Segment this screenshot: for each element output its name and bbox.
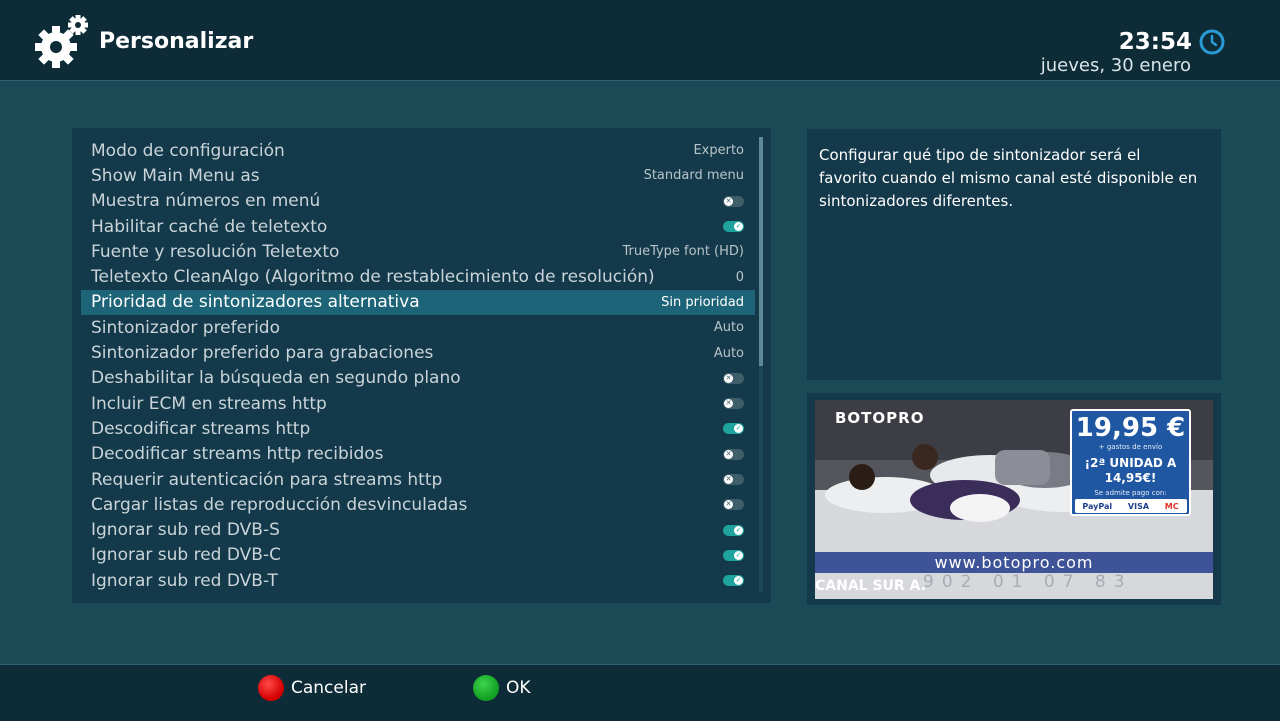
mastercard-logo: MC bbox=[1164, 501, 1179, 511]
settings-row-label: Decodificar streams http recibidos bbox=[91, 444, 384, 465]
settings-row[interactable]: Cargar listas de reproducción desvincula… bbox=[81, 492, 755, 517]
settings-row-label: Sintonizador preferido para grabaciones bbox=[91, 343, 434, 364]
settings-row[interactable]: Deshabilitar la búsqueda en segundo plan… bbox=[81, 366, 755, 391]
footer-bar: Cancelar OK bbox=[0, 664, 1280, 721]
paypal-logo: PayPal bbox=[1082, 501, 1113, 511]
settings-row-label: Prioridad de sintonizadores alternativa bbox=[91, 292, 420, 313]
settings-row-label: Sintonizador preferido bbox=[91, 317, 280, 338]
channel-name: CANAL SUR A. bbox=[815, 578, 926, 594]
settings-row-label: Muestra números en menú bbox=[91, 191, 321, 212]
settings-row[interactable]: Habilitar caché de teletexto ✓ bbox=[81, 214, 755, 239]
settings-row[interactable]: Prioridad de sintonizadores alternativa S… bbox=[81, 289, 755, 316]
settings-row[interactable]: Muestra números en menú ✕ bbox=[81, 189, 755, 214]
settings-row-label: Habilitar caché de teletexto bbox=[91, 216, 328, 237]
settings-row-label: Fuente y resolución Teletexto bbox=[91, 241, 340, 262]
cancel-button[interactable]: Cancelar bbox=[291, 678, 366, 698]
settings-row-label: Requerir autenticación para streams http bbox=[91, 469, 443, 490]
settings-row[interactable]: Ignorar sub red DVB-S ✓ bbox=[81, 517, 755, 542]
payment-note: Se admite pago con: bbox=[1094, 489, 1167, 497]
description-text: Configurar qué tipo de sintonizador será… bbox=[819, 146, 1198, 210]
clock-time: 23:54 bbox=[1118, 29, 1192, 55]
phone-number: 902 01 07 83 bbox=[923, 572, 1133, 592]
toggle-switch[interactable]: ✕ bbox=[723, 499, 744, 511]
toggle-switch[interactable]: ✓ bbox=[723, 575, 744, 587]
settings-row[interactable]: Show Main Menu as Standard menu bbox=[81, 163, 755, 188]
settings-row[interactable]: Decodificar streams http recibidos ✕ bbox=[81, 442, 755, 467]
close-icon: ✕ bbox=[724, 196, 733, 206]
settings-row-label: Deshabilitar la búsqueda en segundo plan… bbox=[91, 368, 461, 389]
tv-preview-video: BOTOPRO 19,95 € + gastos de envío ¡2ª UN… bbox=[815, 400, 1213, 599]
check-icon: ✓ bbox=[734, 550, 743, 560]
settings-row-label: Cargar listas de reproducción desvincula… bbox=[91, 494, 468, 515]
close-icon: ✕ bbox=[724, 373, 733, 383]
toggle-switch[interactable]: ✓ bbox=[723, 221, 744, 233]
settings-row-value: 0 bbox=[735, 269, 744, 285]
close-icon: ✕ bbox=[724, 475, 733, 484]
price-note: + gastos de envío bbox=[1098, 443, 1163, 451]
settings-row[interactable]: Teletexto CleanAlgo (Algoritmo de restab… bbox=[81, 264, 755, 289]
settings-row-label: Show Main Menu as bbox=[91, 165, 260, 186]
settings-row-label: Ignorar sub red DVB-S bbox=[91, 520, 280, 541]
toggle-switch[interactable]: ✓ bbox=[723, 549, 744, 561]
settings-list[interactable]: Modo de configuración Experto Show Main Me… bbox=[81, 138, 755, 593]
settings-row-label: Teletexto CleanAlgo (Algoritmo de restab… bbox=[91, 267, 655, 288]
website-banner: www.botopro.com bbox=[815, 552, 1213, 573]
clock-icon bbox=[1199, 29, 1225, 55]
red-button-icon[interactable] bbox=[258, 675, 284, 701]
toggle-switch[interactable]: ✓ bbox=[723, 423, 744, 435]
settings-row-value: Experto bbox=[693, 143, 744, 159]
settings-row[interactable]: Requerir autenticación para streams http… bbox=[81, 467, 755, 492]
settings-row[interactable]: Ignorar sub red DVB-C ✓ bbox=[81, 543, 755, 568]
clock-date: jueves, 30 enero bbox=[1040, 55, 1191, 76]
settings-row-value: TrueType font (HD) bbox=[622, 244, 744, 260]
check-icon: ✓ bbox=[734, 576, 743, 586]
check-icon: ✓ bbox=[734, 525, 743, 535]
settings-row-label: Descodificar streams http bbox=[91, 418, 311, 439]
price-text: 19,95 € bbox=[1075, 413, 1186, 443]
close-icon: ✕ bbox=[724, 449, 733, 459]
check-icon: ✓ bbox=[734, 222, 743, 232]
brand-logo: BOTOPRO bbox=[835, 409, 925, 427]
settings-row[interactable]: Descodificar streams http ✓ bbox=[81, 416, 755, 441]
settings-row-label: Ignorar sub red DVB-T bbox=[91, 570, 278, 591]
settings-row-value: Sin prioridad bbox=[661, 294, 744, 310]
price-box: 19,95 € + gastos de envío ¡2ª UNIDAD A 1… bbox=[1070, 409, 1191, 516]
settings-panel: Modo de configuración Experto Show Main Me… bbox=[72, 128, 771, 603]
settings-row-value: Auto bbox=[713, 345, 744, 361]
toggle-switch[interactable]: ✕ bbox=[723, 398, 744, 410]
tv-preview-panel: BOTOPRO 19,95 € + gastos de envío ¡2ª UN… bbox=[807, 393, 1221, 605]
settings-gear-icon bbox=[35, 15, 88, 68]
settings-row[interactable]: Sintonizador preferido para grabaciones A… bbox=[81, 340, 755, 365]
green-button-icon[interactable] bbox=[473, 675, 499, 701]
settings-row[interactable]: Incluir ECM en streams http ✕ bbox=[81, 391, 755, 416]
toggle-switch[interactable]: ✕ bbox=[723, 195, 744, 207]
page-title: Personalizar bbox=[99, 29, 254, 54]
toggle-switch[interactable]: ✕ bbox=[723, 474, 744, 485]
close-icon: ✕ bbox=[724, 399, 733, 409]
settings-row-value: Auto bbox=[713, 320, 744, 336]
toggle-switch[interactable]: ✓ bbox=[723, 524, 744, 536]
promo-text: ¡2ª UNIDAD A 14,95€! bbox=[1084, 456, 1177, 485]
header-bar: Personalizar 23:54 jueves, 30 enero bbox=[0, 0, 1280, 81]
settings-row-label: Ignorar sub red DVB-C bbox=[91, 545, 281, 566]
settings-row[interactable]: Ignorar sub red DVB-T ✓ bbox=[81, 568, 755, 593]
settings-row[interactable]: Modo de configuración Experto bbox=[81, 138, 755, 163]
scrollbar-thumb[interactable] bbox=[759, 137, 763, 366]
visa-logo: VISA bbox=[1127, 501, 1150, 511]
settings-row[interactable]: Fuente y resolución Teletexto TrueType fo… bbox=[81, 239, 755, 264]
settings-row-label: Incluir ECM en streams http bbox=[91, 393, 327, 414]
settings-row-label: Modo de configuración bbox=[91, 140, 285, 161]
close-icon: ✕ bbox=[724, 500, 733, 510]
settings-row[interactable]: Sintonizador preferido Auto bbox=[81, 315, 755, 340]
payment-logos: PayPal VISA MC bbox=[1074, 499, 1187, 513]
description-panel: Configurar qué tipo de sintonizador será… bbox=[807, 129, 1221, 380]
toggle-switch[interactable]: ✕ bbox=[723, 448, 744, 460]
settings-row-value: Standard menu bbox=[643, 168, 744, 184]
scrollbar[interactable] bbox=[759, 137, 763, 592]
check-icon: ✓ bbox=[734, 424, 743, 434]
toggle-switch[interactable]: ✕ bbox=[723, 372, 744, 384]
ok-button[interactable]: OK bbox=[506, 678, 531, 698]
